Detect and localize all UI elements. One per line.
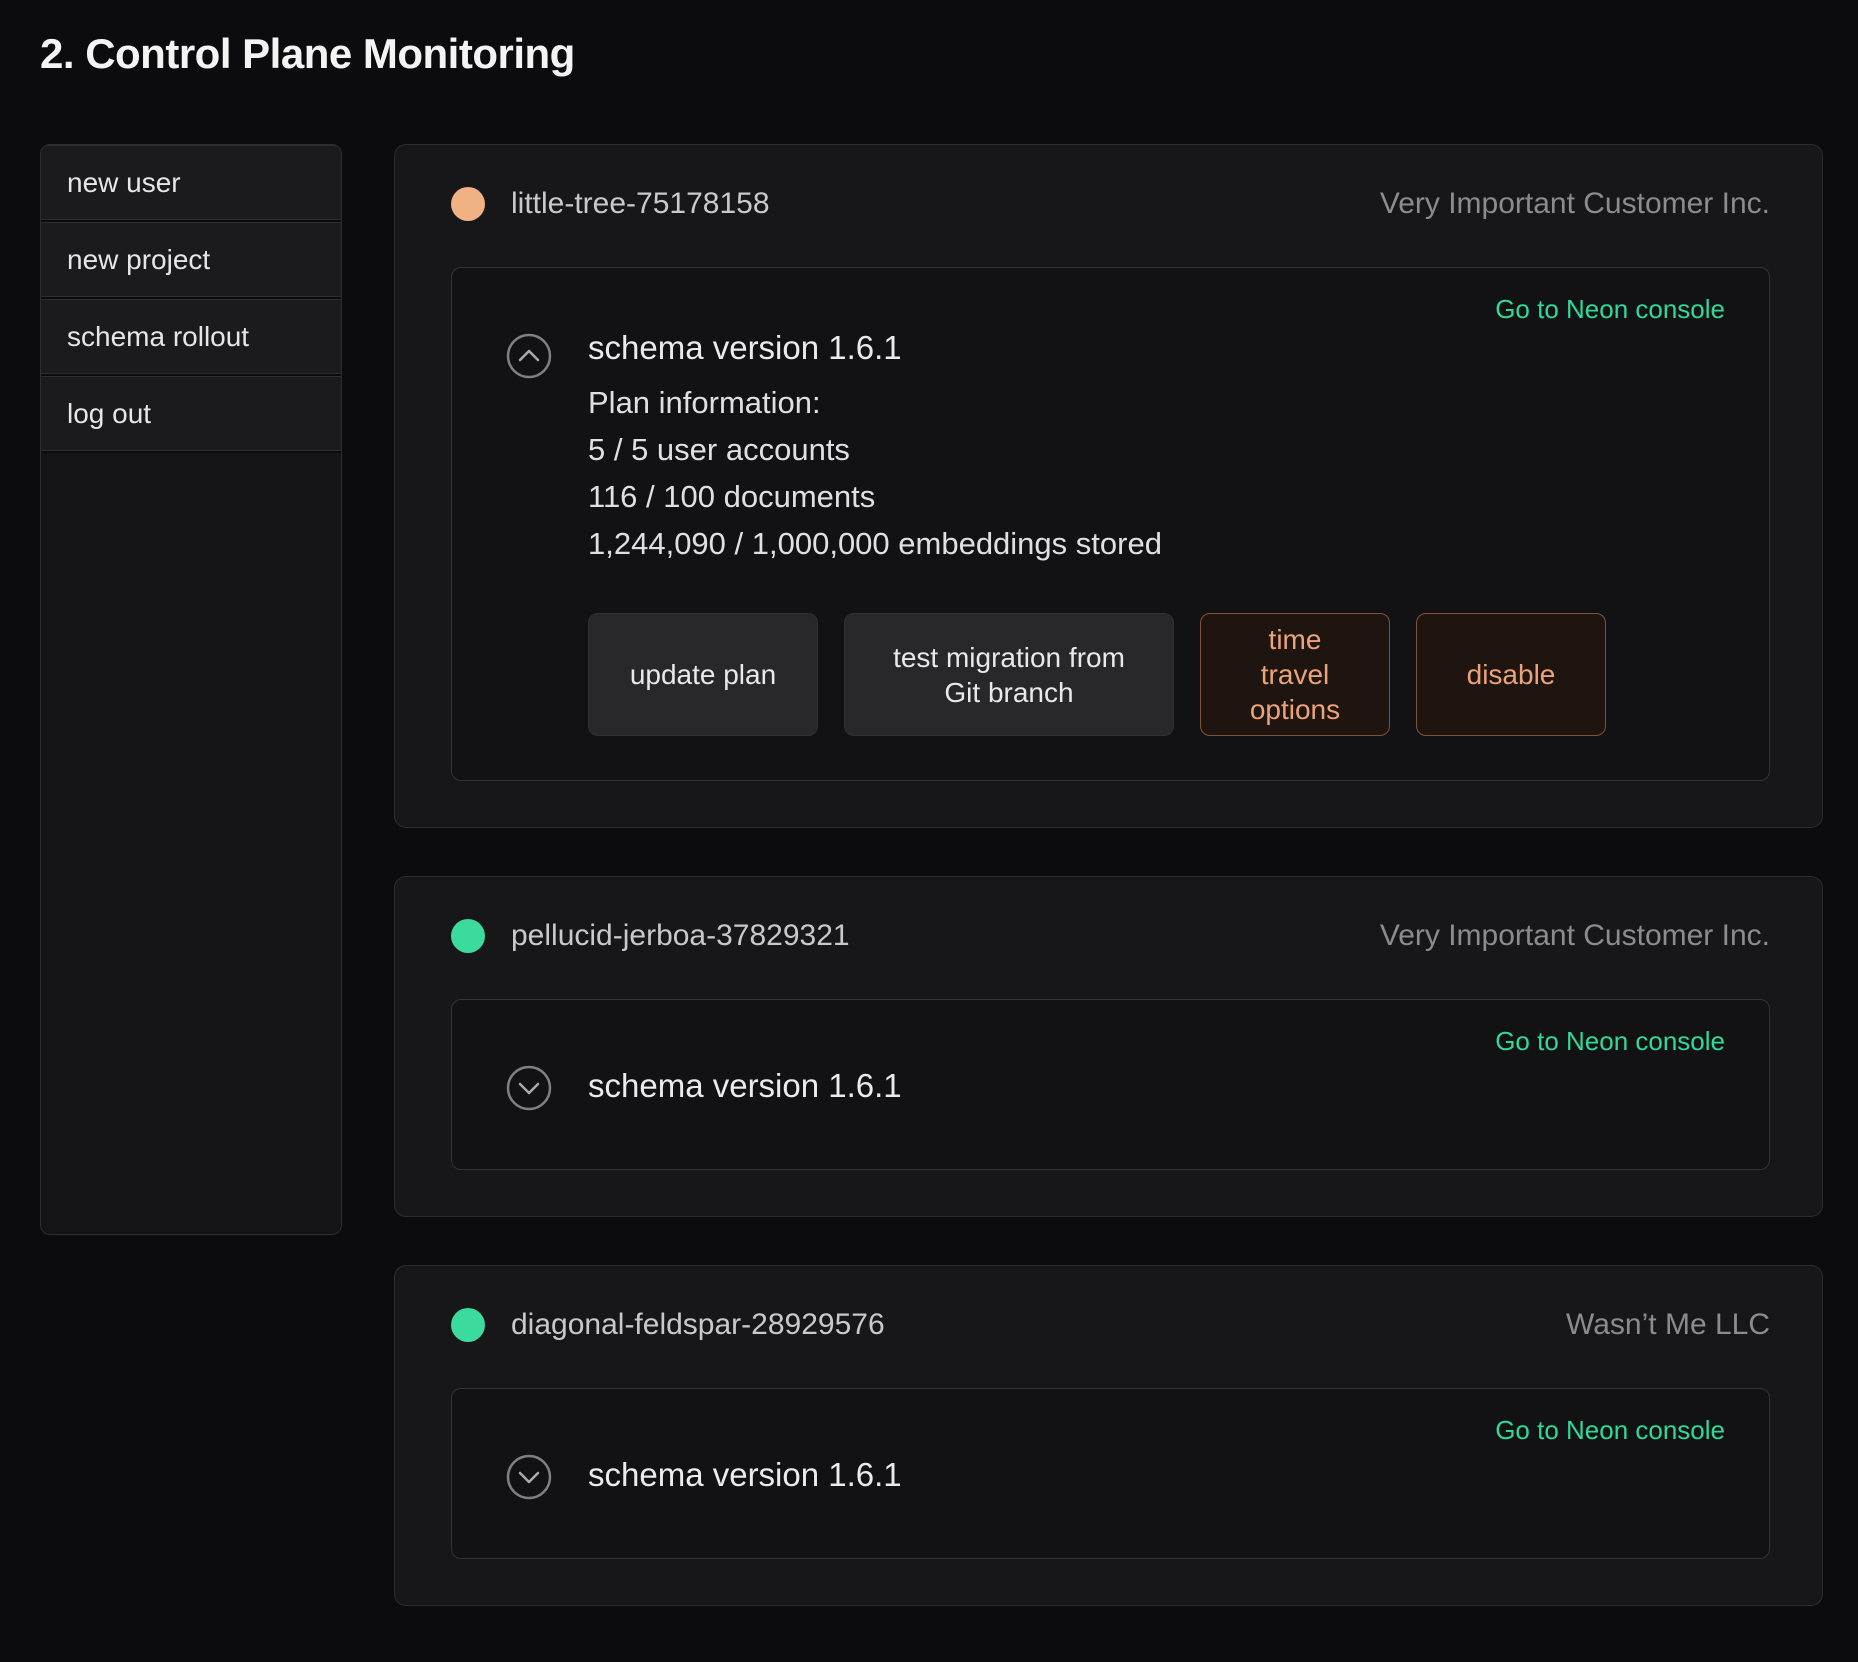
company-name: Very Important Customer Inc. xyxy=(1380,919,1770,953)
console-link-row: Go to Neon console xyxy=(506,1026,1725,1057)
project-name: diagonal-feldspar-28929576 xyxy=(511,1308,885,1342)
page-title: 2. Control Plane Monitoring xyxy=(40,30,1858,78)
collapse-chevron-up-icon[interactable] xyxy=(506,333,552,379)
plan-documents: 116 / 100 documents xyxy=(588,473,1725,520)
plan-embeddings: 1,244,090 / 1,000,000 embeddings stored xyxy=(588,520,1725,567)
status-dot-icon xyxy=(451,1308,485,1342)
company-name: Very Important Customer Inc. xyxy=(1380,187,1770,221)
project-card: diagonal-feldspar-28929576 Wasn’t Me LLC… xyxy=(394,1265,1823,1606)
project-details-panel: Go to Neon console schema version 1.6.1 xyxy=(451,1388,1770,1559)
project-name: pellucid-jerboa-37829321 xyxy=(511,919,850,953)
disable-button[interactable]: disable xyxy=(1416,613,1606,736)
update-plan-button[interactable]: update plan xyxy=(588,613,818,736)
project-card: little-tree-75178158 Very Important Cust… xyxy=(394,144,1823,828)
plan-info-heading: Plan information: xyxy=(588,379,1725,426)
panel-main: schema version 1.6.1 xyxy=(506,1061,1725,1111)
test-migration-button[interactable]: test migration from Git branch xyxy=(844,613,1174,736)
action-button-row: update plan test migration from Git bran… xyxy=(588,613,1725,736)
plan-user-accounts: 5 / 5 user accounts xyxy=(588,426,1725,473)
main-layout: new user new project schema rollout log … xyxy=(40,144,1858,1606)
go-to-neon-console-link[interactable]: Go to Neon console xyxy=(1495,1026,1725,1056)
sidebar: new user new project schema rollout log … xyxy=(40,144,342,1235)
project-card-header: pellucid-jerboa-37829321 Very Important … xyxy=(451,919,1770,953)
panel-main: schema version 1.6.1 Plan information: 5… xyxy=(506,329,1725,736)
panel-content: schema version 1.6.1 xyxy=(588,1456,1725,1494)
sidebar-item-new-project[interactable]: new project xyxy=(41,222,341,299)
status-dot-icon xyxy=(451,919,485,953)
sidebar-item-label: new project xyxy=(67,244,210,276)
sidebar-item-label: new user xyxy=(67,167,181,199)
status-dot-icon xyxy=(451,187,485,221)
time-travel-options-button[interactable]: time travel options xyxy=(1200,613,1390,736)
panel-content: schema version 1.6.1 Plan information: 5… xyxy=(588,329,1725,736)
schema-version-label: schema version 1.6.1 xyxy=(588,329,1725,367)
schema-version-label: schema version 1.6.1 xyxy=(588,1067,1725,1105)
console-link-row: Go to Neon console xyxy=(506,294,1725,325)
project-card-header: diagonal-feldspar-28929576 Wasn’t Me LLC xyxy=(451,1308,1770,1342)
sidebar-item-log-out[interactable]: log out xyxy=(41,376,341,453)
expand-chevron-down-icon[interactable] xyxy=(506,1454,552,1500)
project-card-list: little-tree-75178158 Very Important Cust… xyxy=(394,144,1823,1606)
panel-content: schema version 1.6.1 xyxy=(588,1067,1725,1105)
project-card-header: little-tree-75178158 Very Important Cust… xyxy=(451,187,1770,221)
schema-version-label: schema version 1.6.1 xyxy=(588,1456,1725,1494)
project-card: pellucid-jerboa-37829321 Very Important … xyxy=(394,876,1823,1217)
panel-main: schema version 1.6.1 xyxy=(506,1450,1725,1500)
project-details-panel: Go to Neon console schema version 1.6.1 xyxy=(451,999,1770,1170)
go-to-neon-console-link[interactable]: Go to Neon console xyxy=(1495,294,1725,324)
sidebar-item-label: schema rollout xyxy=(67,321,249,353)
sidebar-item-new-user[interactable]: new user xyxy=(41,145,341,222)
company-name: Wasn’t Me LLC xyxy=(1566,1308,1770,1342)
project-details-panel: Go to Neon console schema version 1.6.1 … xyxy=(451,267,1770,781)
project-name: little-tree-75178158 xyxy=(511,187,770,221)
sidebar-item-label: log out xyxy=(67,398,151,430)
go-to-neon-console-link[interactable]: Go to Neon console xyxy=(1495,1415,1725,1445)
sidebar-item-schema-rollout[interactable]: schema rollout xyxy=(41,299,341,376)
expand-chevron-down-icon[interactable] xyxy=(506,1065,552,1111)
console-link-row: Go to Neon console xyxy=(506,1415,1725,1446)
